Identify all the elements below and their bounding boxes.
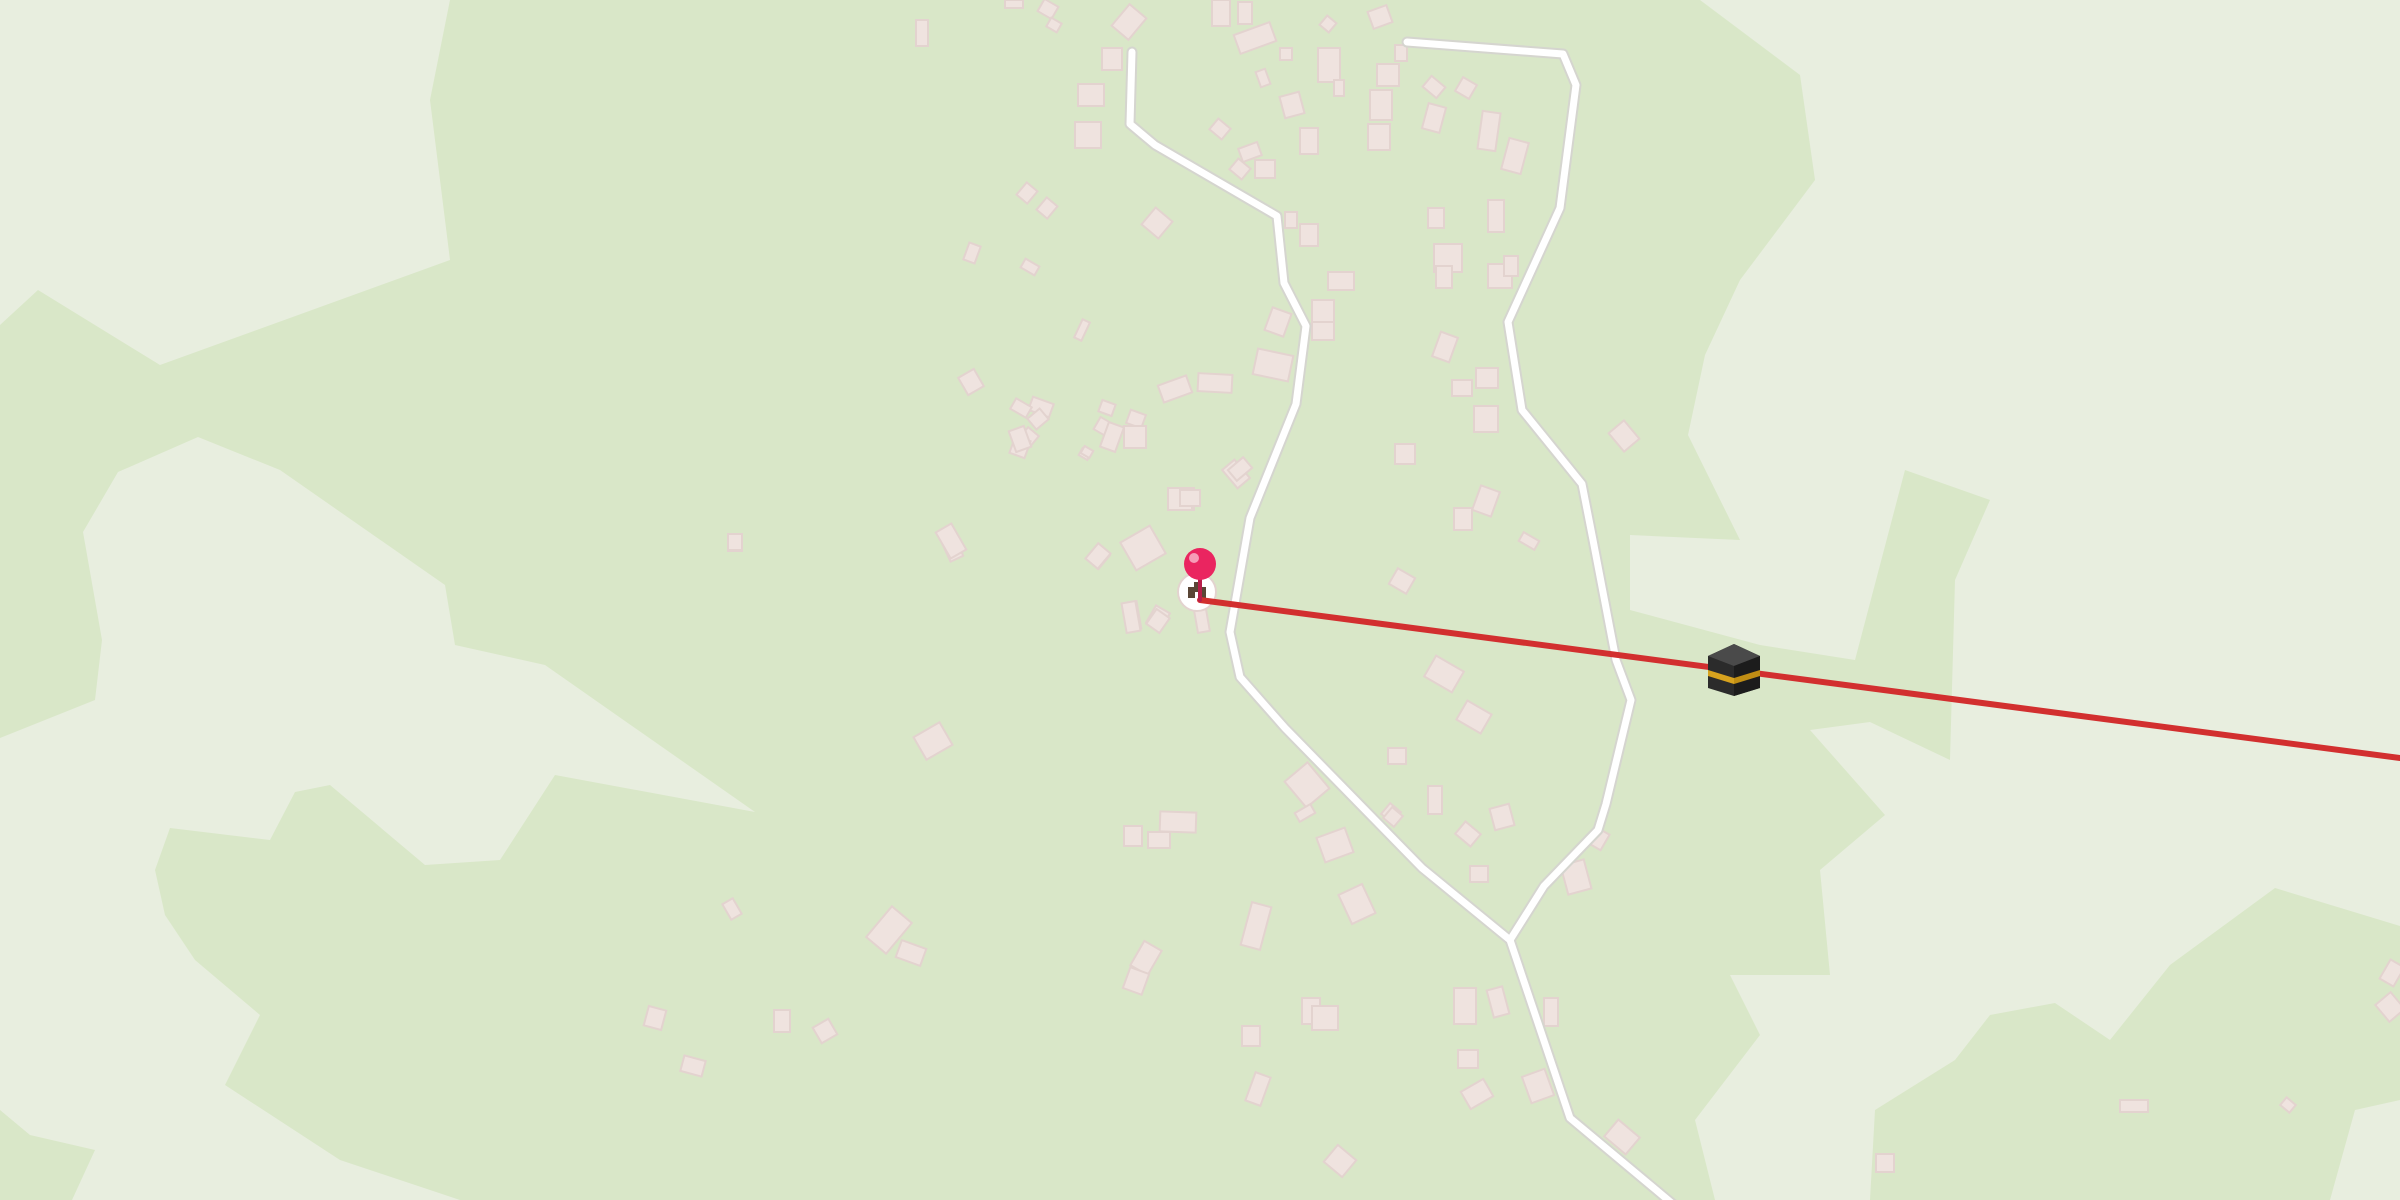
building [1503, 255, 1519, 277]
building [1299, 127, 1319, 155]
building [1473, 405, 1499, 433]
building [1101, 47, 1123, 71]
building [1475, 367, 1499, 389]
building [1427, 785, 1443, 815]
building [1369, 89, 1393, 121]
building [1004, 0, 1024, 9]
building [1451, 379, 1473, 397]
building [1284, 211, 1298, 229]
building [1279, 47, 1293, 61]
building [1193, 607, 1211, 635]
building [1123, 825, 1143, 847]
building [1333, 79, 1345, 97]
building [1453, 507, 1473, 531]
building [1376, 63, 1400, 87]
map-pin-highlight [1189, 553, 1199, 563]
building [915, 19, 929, 47]
building [1317, 47, 1341, 83]
building [1147, 831, 1171, 849]
building [1488, 802, 1516, 832]
building [727, 533, 743, 551]
building [1327, 271, 1355, 291]
building [1427, 207, 1445, 229]
building [1487, 199, 1505, 233]
building [1158, 810, 1198, 834]
building [1254, 159, 1276, 179]
building [2119, 1099, 2149, 1113]
building [1077, 83, 1105, 107]
building [1543, 997, 1559, 1027]
building [1311, 1005, 1339, 1031]
building [1457, 1049, 1479, 1069]
building [1311, 321, 1335, 341]
building [1435, 265, 1453, 289]
building [1299, 223, 1319, 247]
building [1875, 1153, 1895, 1173]
building [1074, 121, 1102, 149]
building [1311, 299, 1335, 323]
building [1394, 44, 1408, 62]
building [1453, 987, 1477, 1025]
building [1211, 0, 1231, 27]
building [1367, 123, 1391, 151]
map-view[interactable] [0, 0, 2400, 1200]
building [642, 1004, 668, 1032]
building [1237, 1, 1253, 25]
building [1123, 425, 1147, 449]
building [1476, 109, 1502, 153]
building [1387, 747, 1407, 765]
building [1394, 443, 1416, 465]
building [1196, 372, 1234, 394]
building [1278, 90, 1306, 120]
building [773, 1009, 791, 1033]
map-pin-head [1184, 548, 1216, 580]
building [1241, 1025, 1261, 1047]
map-canvas[interactable] [0, 0, 2400, 1200]
building [1179, 489, 1201, 507]
building [1469, 865, 1489, 883]
